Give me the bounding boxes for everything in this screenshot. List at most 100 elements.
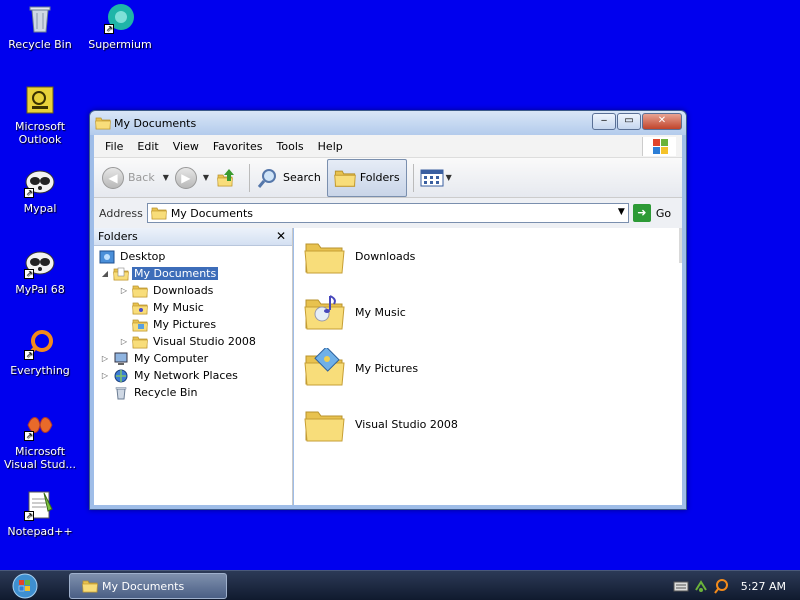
folders-label: Folders [359,171,400,184]
shortcut-arrow-icon: ↗ [24,431,34,441]
tree-item-visual-studio-2008[interactable]: ▷ Visual Studio 2008 [119,333,258,350]
window-title: My Documents [114,117,197,130]
close-pane-icon[interactable]: ✕ [276,228,286,245]
expand-icon[interactable]: ▷ [100,354,110,363]
tree-item-label: Recycle Bin [134,386,198,399]
toolbar: ◀ Back ▼ ▶ ▼ Search Folders ▼ [94,157,682,197]
supermium-icon: ↗ [104,2,136,34]
address-value: My Documents [170,206,254,220]
desktop-icon-label: Supermium [88,38,152,51]
tree-item-label: My Network Places [134,369,238,382]
address-bar: Address My Documents ▼ ➜ Go [94,197,682,228]
windows-logo-icon [642,137,676,156]
tree-item-downloads[interactable]: ▷ Downloads [119,282,215,299]
folder-icon [132,335,148,349]
tree-item-my-documents[interactable]: ◢ My Documents [100,265,219,282]
go-arrow-icon: ➜ [632,204,651,222]
network-icon [114,369,128,382]
network-status-icon[interactable] [693,578,709,594]
menu-tools[interactable]: Tools [270,140,311,153]
back-button[interactable]: ◀ Back [102,166,155,189]
desktop-icon-label: Microsoft Outlook [14,120,66,146]
tree-item-recycle-bin[interactable]: Recycle Bin [110,384,199,401]
taskbar: My Documents 5:27 AM [0,570,800,600]
expand-icon[interactable]: ▷ [119,286,129,295]
maximize-button[interactable]: ▭ [617,113,641,130]
tree-item-label: Desktop [120,250,166,263]
desktop-icon-visual-studio[interactable]: ↗ Microsoft Visual Stud... [0,409,80,471]
documents-folder-icon [113,267,129,281]
file-item-my-music[interactable]: My Music [304,292,406,332]
shortcut-arrow-icon: ↗ [24,350,34,360]
file-list-pane[interactable]: Downloads My Music My Pictures Visual St… [294,228,682,505]
close-button[interactable]: ✕ [642,113,682,130]
shortcut-arrow-icon: ↗ [24,269,34,279]
taskbar-item-my-documents[interactable]: My Documents [69,573,227,599]
music-folder-icon [132,301,148,315]
menu-view[interactable]: View [166,140,206,153]
desktop-icon-supermium[interactable]: ↗ Supermium [80,2,160,51]
expand-icon[interactable]: ▷ [119,337,129,346]
expand-icon[interactable]: ▷ [100,371,110,380]
folders-toggle-button[interactable]: Folders [326,158,407,197]
up-folder-button[interactable] [215,167,237,189]
file-item-my-pictures[interactable]: My Pictures [304,348,418,388]
tree-item-my-computer[interactable]: ▷ My Computer [100,350,210,367]
everything-tray-icon[interactable] [713,578,729,594]
system-tray: 5:27 AM [673,571,800,600]
address-field[interactable]: My Documents ▼ [146,203,629,223]
tree-item-label: My Pictures [153,318,217,331]
desktop-icon-everything[interactable]: ↗ Everything [0,328,80,377]
views-button[interactable]: ▼ [420,169,458,187]
back-label: Back [128,171,155,184]
tree-item-my-pictures[interactable]: My Pictures [119,316,218,333]
menu-edit[interactable]: Edit [130,140,165,153]
file-item-downloads[interactable]: Downloads [304,236,415,276]
folders-pane-title: Folders [98,230,138,243]
keyboard-icon[interactable] [673,578,689,594]
desktop-icon-mypal[interactable]: ↗ Mypal [0,166,80,215]
tree-item-label: Downloads [153,284,214,297]
start-button[interactable] [8,573,42,599]
search-label: Search [283,171,321,184]
menu-favorites[interactable]: Favorites [206,140,270,153]
search-icon [257,168,277,188]
menu-file[interactable]: File [98,140,130,153]
window-titlebar[interactable]: My Documents ‒ ▭ ✕ [90,111,686,135]
desktop-icon-mypal68[interactable]: ↗ MyPal 68 [0,247,80,296]
explorer-window[interactable]: My Documents ‒ ▭ ✕ File Edit View Favori… [89,110,687,510]
desktop-icon-recycle-bin[interactable]: Recycle Bin [0,2,80,51]
forward-dropdown-icon[interactable]: ▼ [203,173,209,182]
tree-item-my-network-places[interactable]: ▷ My Network Places [100,367,240,384]
desktop-icon-notepadpp[interactable]: ↗ Notepad++ [0,489,80,538]
forward-button[interactable]: ▶ [174,166,197,189]
go-button[interactable]: ➜ Go [632,204,671,222]
shortcut-arrow-icon: ↗ [24,511,34,521]
desktop-icon-label: Everything [10,364,70,377]
file-item-label: My Pictures [355,361,419,375]
visual-studio-icon: ↗ [24,409,56,441]
desktop-icon-outlook[interactable]: Microsoft Outlook [0,84,80,146]
recycle-bin-icon [24,2,56,34]
collapse-icon[interactable]: ◢ [100,269,110,278]
desktop-icon-label: Recycle Bin [8,38,72,51]
desktop-icon-label: MyPal 68 [15,283,65,296]
tree-item-label: My Documents [132,267,219,280]
scrollbar[interactable] [679,228,682,263]
menu-help[interactable]: Help [311,140,350,153]
mypal68-icon: ↗ [24,247,56,279]
desktop-icon-label: Notepad++ [7,525,73,538]
address-dropdown-icon[interactable]: ▼ [618,207,625,217]
tree-item-my-music[interactable]: My Music [119,299,206,316]
back-arrow-icon: ◀ [102,166,124,189]
file-item-visual-studio-2008[interactable]: Visual Studio 2008 [304,404,458,444]
clock[interactable]: 5:27 AM [741,580,786,593]
back-dropdown-icon[interactable]: ▼ [163,173,169,182]
minimize-button[interactable]: ‒ [592,113,616,130]
folder-icon [95,116,111,130]
views-grid-icon [420,169,444,186]
pictures-folder-icon [132,318,148,332]
tree-item-desktop[interactable]: Desktop [96,248,167,265]
taskbar-item-label: My Documents [102,579,185,593]
search-button[interactable]: Search [256,166,321,190]
